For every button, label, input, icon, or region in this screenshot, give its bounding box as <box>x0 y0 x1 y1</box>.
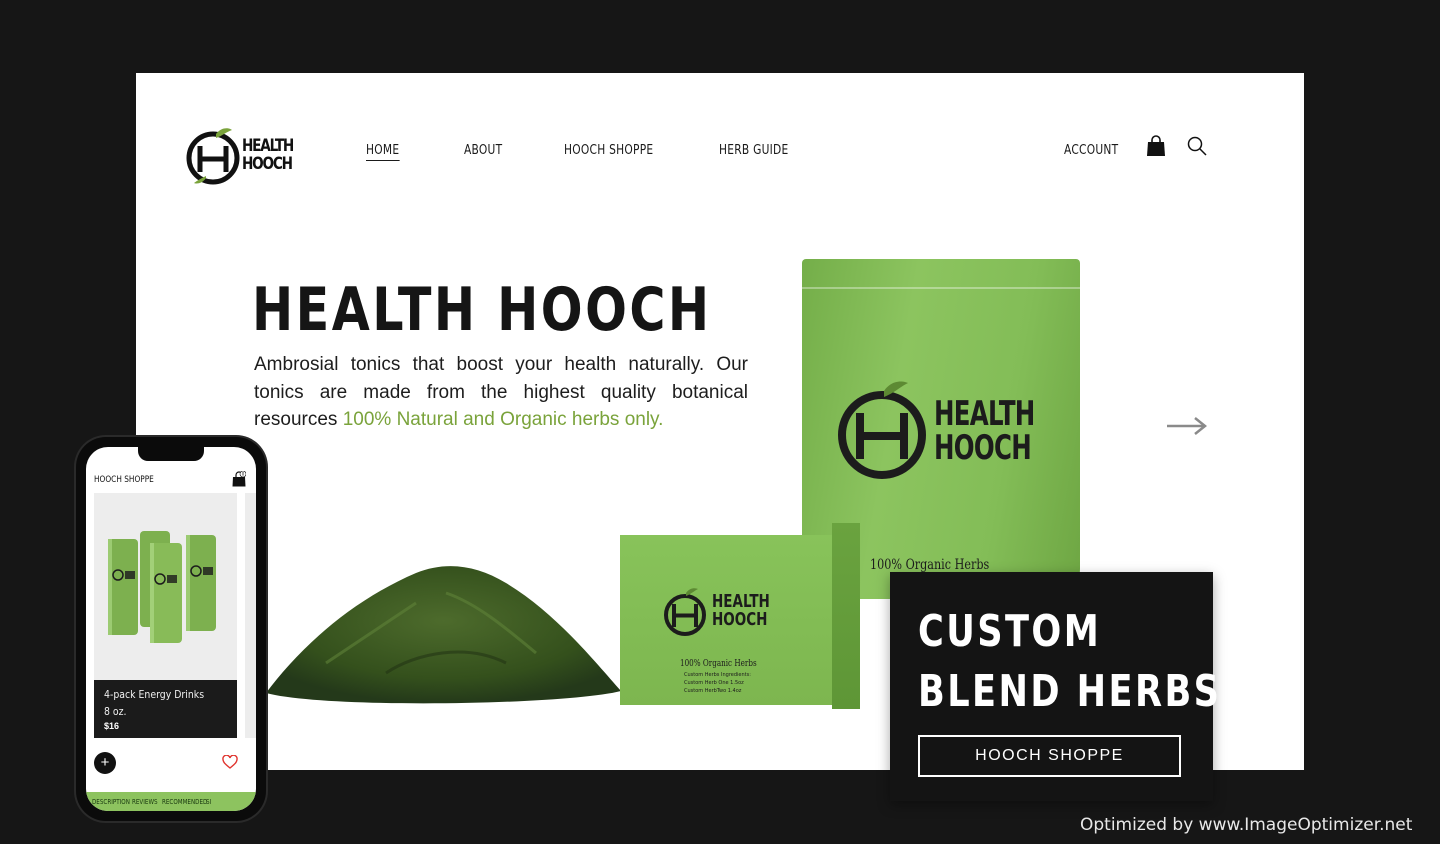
search-icon <box>1187 136 1207 156</box>
herb-pile-image <box>266 566 621 704</box>
carousel-next-button[interactable] <box>1166 415 1208 442</box>
phone-product-card[interactable]: 4-pack Energy Drinks 8 oz. $16 <box>94 493 237 738</box>
heart-icon <box>222 754 238 769</box>
box-fine-print: Custom Herbs Ingredients: Custom Herb On… <box>684 671 751 695</box>
hooch-shoppe-button[interactable]: HOOCH SHOPPE <box>918 735 1181 777</box>
pouch-zip <box>802 287 1080 289</box>
add-to-cart-button[interactable]: + <box>94 752 116 774</box>
box-logo-mark-icon <box>664 588 706 636</box>
shopping-bag-icon <box>1147 135 1165 156</box>
phone-tab-description[interactable]: DESCRIPTION <box>92 798 130 806</box>
hero-title: HEALTH HOOCH <box>252 275 712 345</box>
energy-drink-cans-image <box>108 531 216 643</box>
shopping-bag-icon: 0 <box>232 470 247 487</box>
box-brand: HEALTH HOOCH <box>712 593 770 629</box>
search-button[interactable] <box>1186 135 1208 162</box>
phone-tab-recommended[interactable]: RECOMMENDED <box>162 798 207 806</box>
phone-next-card[interactable] <box>245 493 256 738</box>
phone-product-name: 4-pack Energy Drinks <box>104 688 205 701</box>
watermark-text: Optimized by www.ImageOptimizer.net <box>1080 815 1413 835</box>
nav-about[interactable]: ABOUT <box>464 143 502 158</box>
nav-hooch-shoppe[interactable]: HOOCH SHOPPE <box>564 143 653 158</box>
favorite-button[interactable] <box>222 754 238 774</box>
box-fine1: Custom Herbs Ingredients: <box>684 672 751 678</box>
product-box-image: HEALTH HOOCH 100% Organic Herbs Custom H… <box>620 535 832 705</box>
phone-notch <box>138 447 204 461</box>
pouch-brand-line2: HOOCH <box>934 428 1032 468</box>
brand-logo[interactable]: HEALTH HOOCH <box>186 126 298 186</box>
phone-tab-bar: DESCRIPTION REVIEWS RECOMMENDED SI <box>86 792 256 811</box>
phone-mockup: HOOCH SHOPPE 0 4-pack Energy Drinks 8 oz… <box>76 437 266 821</box>
phone-tab-reviews[interactable]: REVIEWS <box>132 798 159 806</box>
promo-title: CUSTOM BLEND HERBS <box>918 602 1221 722</box>
promo-line2: BLEND HERBS <box>918 666 1222 717</box>
phone-tab-partial[interactable]: SI <box>206 798 211 806</box>
brand-line1: HEALTH <box>242 136 294 156</box>
box-brand-line2: HOOCH <box>712 609 768 630</box>
account-link[interactable]: ACCOUNT <box>1064 143 1118 158</box>
phone-product-info: 4-pack Energy Drinks 8 oz. $16 <box>94 680 237 738</box>
phone-product-price: $16 <box>104 721 120 731</box>
hero-copy: Ambrosial tonics that boost your health … <box>254 351 748 434</box>
box-label: 100% Organic Herbs <box>680 659 757 669</box>
phone-cart-count: 0 <box>242 472 245 477</box>
pouch-brand-line1: HEALTH <box>934 394 1035 434</box>
cart-button[interactable] <box>1146 135 1166 162</box>
nav-home[interactable]: HOME <box>366 143 400 161</box>
pouch-brand: HEALTH HOOCH <box>934 397 1035 465</box>
phone-product-size: 8 oz. <box>104 705 127 718</box>
pouch-logo-mark-icon <box>838 381 926 479</box>
logo-mark-icon <box>186 128 240 185</box>
hero-copy-highlight: 100% Natural and Organic herbs only. <box>342 409 664 430</box>
phone-screen: HOOCH SHOPPE 0 4-pack Energy Drinks 8 oz… <box>86 447 256 811</box>
promo-line1: CUSTOM <box>918 606 1102 657</box>
phone-page-title: HOOCH SHOPPE <box>94 475 154 485</box>
nav-herb-guide[interactable]: HERB GUIDE <box>719 143 788 158</box>
box-fine2: Custom Herb One 1.5oz <box>684 680 744 686</box>
brand-line2: HOOCH <box>242 154 293 174</box>
arrow-right-icon <box>1167 417 1208 435</box>
product-box-side <box>832 523 860 709</box>
promo-card: CUSTOM BLEND HERBS HOOCH SHOPPE <box>890 572 1219 801</box>
phone-product-image <box>94 493 237 680</box>
box-fine3: Custom HerbTwo 1.4oz <box>684 688 742 694</box>
pouch-label: 100% Organic Herbs <box>870 557 990 573</box>
phone-cart-button[interactable]: 0 <box>232 470 247 492</box>
